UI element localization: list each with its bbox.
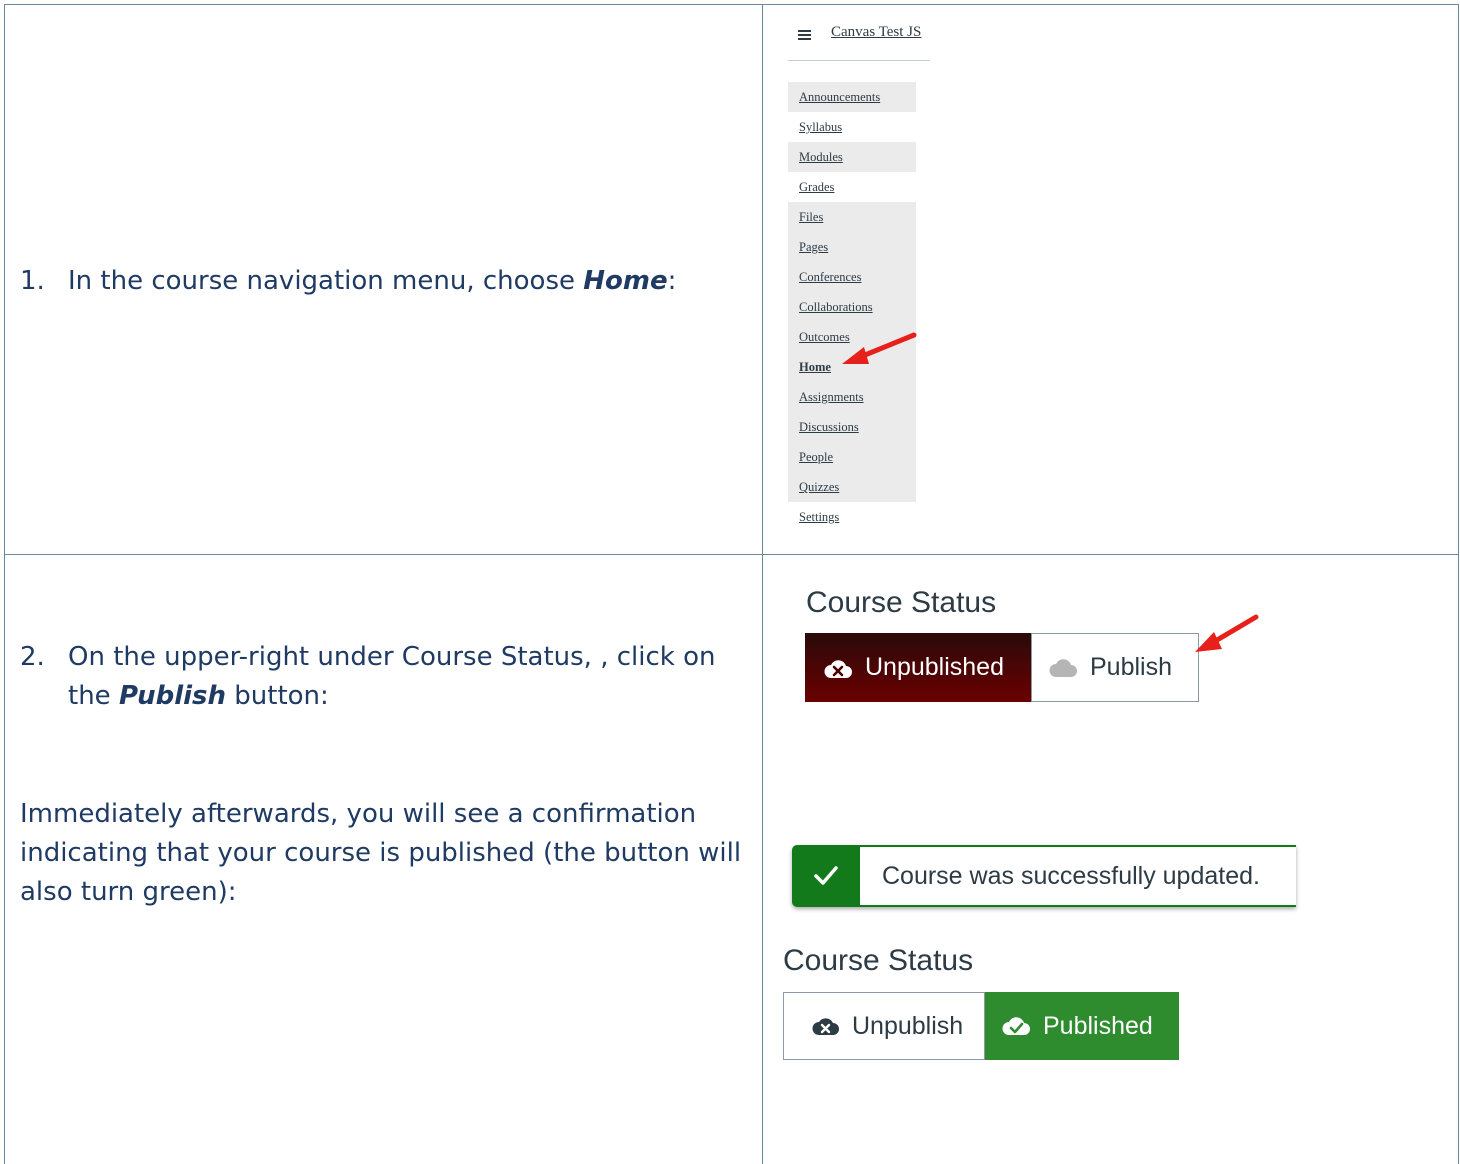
unpublished-label: Unpublished bbox=[865, 653, 1004, 681]
hamburger-icon[interactable] bbox=[798, 30, 811, 40]
course-status-title: Course Status bbox=[806, 586, 997, 619]
course-navigation-screenshot: Canvas Test JS Announcements Syllabus Modu… bbox=[788, 16, 933, 536]
nav-item-grades[interactable]: Grades bbox=[788, 172, 916, 202]
checkmark-icon bbox=[814, 866, 838, 885]
step1-text-after: : bbox=[667, 266, 677, 296]
step1-number: 1. bbox=[20, 266, 45, 296]
nav-item-syllabus[interactable]: Syllabus bbox=[788, 112, 916, 142]
published-button[interactable]: Published bbox=[985, 992, 1179, 1060]
instruction-table bbox=[4, 4, 1459, 1164]
step2-text: 2. On the upper-right under Course Status… bbox=[20, 638, 716, 716]
step2-line1: On the upper-right under Course Status, … bbox=[68, 642, 716, 672]
unpublish-button[interactable]: Unpublish bbox=[783, 992, 985, 1060]
step2-number: 2. bbox=[20, 642, 45, 672]
confirmation-line3: also turn green): bbox=[20, 877, 237, 907]
cloud-x-icon bbox=[823, 656, 853, 680]
published-label: Published bbox=[1043, 1011, 1153, 1040]
step1-text-before: In the course navigation menu, choose bbox=[68, 266, 584, 296]
nav-item-files[interactable]: Files bbox=[788, 202, 916, 232]
step2-line2-after: button: bbox=[226, 681, 329, 711]
flash-check-area bbox=[792, 845, 860, 907]
unpublish-label: Unpublish bbox=[852, 1011, 964, 1040]
flash-message-text: Course was successfully updated. bbox=[860, 845, 1296, 907]
nav-item-quizzes[interactable]: Quizzes bbox=[788, 472, 916, 502]
nav-item-pages[interactable]: Pages bbox=[788, 232, 916, 262]
nav-header: Canvas Test JS bbox=[788, 16, 930, 61]
publish-button[interactable]: Publish bbox=[1031, 633, 1199, 702]
step2-emphasis: Publish bbox=[118, 681, 226, 711]
step1-emphasis: Home bbox=[583, 266, 668, 296]
nav-item-assignments[interactable]: Assignments bbox=[788, 382, 916, 412]
course-title-link[interactable]: Canvas Test JS bbox=[831, 24, 930, 41]
red-arrow-publish-icon bbox=[1195, 614, 1259, 652]
nav-item-people[interactable]: People bbox=[788, 442, 916, 472]
course-status-buttons: Unpublished Publish bbox=[805, 633, 1199, 702]
cloud-check-icon bbox=[1001, 1015, 1031, 1037]
nav-item-settings[interactable]: Settings bbox=[788, 502, 916, 532]
course-status-buttons-after: Unpublish Published bbox=[783, 992, 1179, 1060]
row-divider bbox=[5, 554, 1458, 555]
course-nav-list: Announcements Syllabus Modules Grades Files P… bbox=[788, 82, 916, 532]
column-divider bbox=[762, 5, 763, 1164]
success-flash-message: Course was successfully updated. bbox=[792, 845, 1296, 907]
unpublished-button[interactable]: Unpublished bbox=[805, 633, 1031, 702]
nav-item-collaborations[interactable]: Collaborations bbox=[788, 292, 916, 322]
nav-item-announcements[interactable]: Announcements bbox=[788, 82, 916, 112]
nav-item-modules[interactable]: Modules bbox=[788, 142, 916, 172]
confirmation-text: Immediately afterwards, you will see a c… bbox=[20, 795, 741, 912]
publish-label: Publish bbox=[1090, 653, 1172, 681]
step2-line2-before: the bbox=[68, 681, 119, 711]
step1-text: 1. In the course navigation menu, choose … bbox=[20, 262, 676, 301]
cloud-x-icon bbox=[812, 1015, 840, 1037]
nav-item-discussions[interactable]: Discussions bbox=[788, 412, 916, 442]
red-arrow-home-icon bbox=[842, 332, 917, 364]
cloud-icon bbox=[1048, 657, 1078, 679]
confirmation-line1: Immediately afterwards, you will see a c… bbox=[20, 799, 697, 829]
nav-item-conferences[interactable]: Conferences bbox=[788, 262, 916, 292]
confirmation-line2: indicating that your course is published… bbox=[20, 838, 742, 868]
course-status-title-after: Course Status bbox=[783, 944, 974, 977]
